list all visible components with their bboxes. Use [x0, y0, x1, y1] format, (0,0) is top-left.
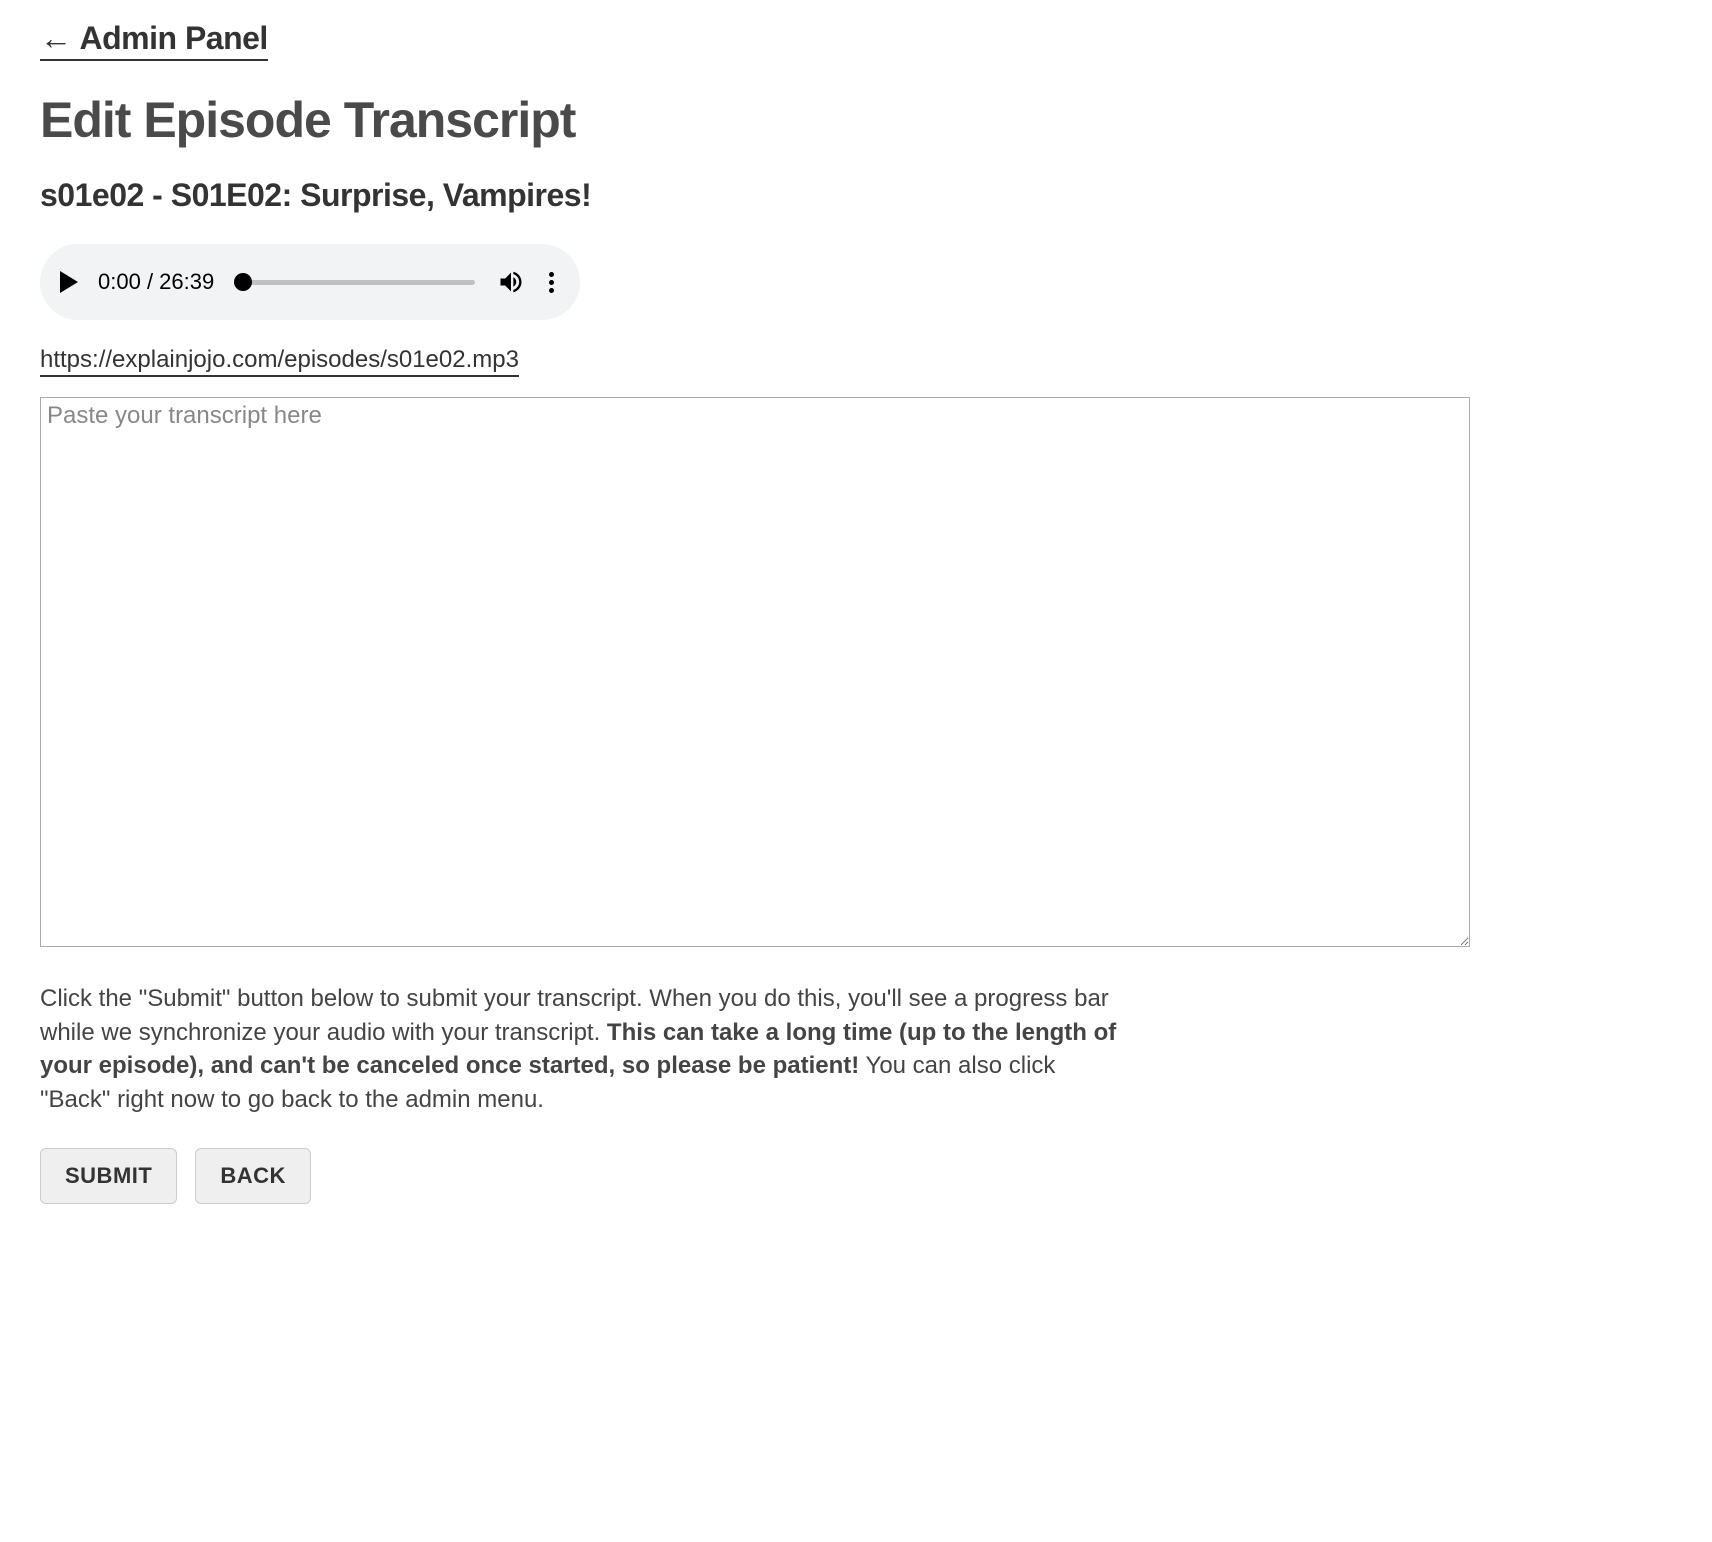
audio-time-display: 0:00 / 26:39: [98, 269, 214, 295]
audio-track-knob[interactable]: [234, 273, 252, 291]
submit-button[interactable]: SUBMIT: [40, 1148, 177, 1204]
audio-track-bar: [234, 280, 475, 285]
audio-player[interactable]: 0:00 / 26:39: [40, 244, 580, 320]
page-title: Edit Episode Transcript: [40, 91, 1672, 149]
back-link-label: Admin Panel: [80, 20, 268, 57]
play-icon[interactable]: [60, 271, 78, 293]
back-button[interactable]: BACK: [195, 1148, 311, 1204]
admin-panel-back-link[interactable]: ← Admin Panel: [40, 20, 268, 61]
button-row: SUBMIT BACK: [40, 1148, 1672, 1204]
volume-icon[interactable]: [497, 268, 525, 296]
audio-seek-slider[interactable]: [234, 272, 475, 292]
help-text: Click the "Submit" button below to submi…: [40, 982, 1120, 1116]
transcript-textarea[interactable]: [40, 397, 1470, 947]
audio-url-link[interactable]: https://explainjojo.com/episodes/s01e02.…: [40, 346, 519, 377]
kebab-menu-icon[interactable]: [543, 266, 560, 299]
arrow-left-icon: ←: [40, 20, 72, 57]
audio-duration: 26:39: [159, 269, 214, 294]
audio-current-time: 0:00: [98, 269, 141, 294]
episode-title: s01e02 - S01E02: Surprise, Vampires!: [40, 177, 1672, 214]
